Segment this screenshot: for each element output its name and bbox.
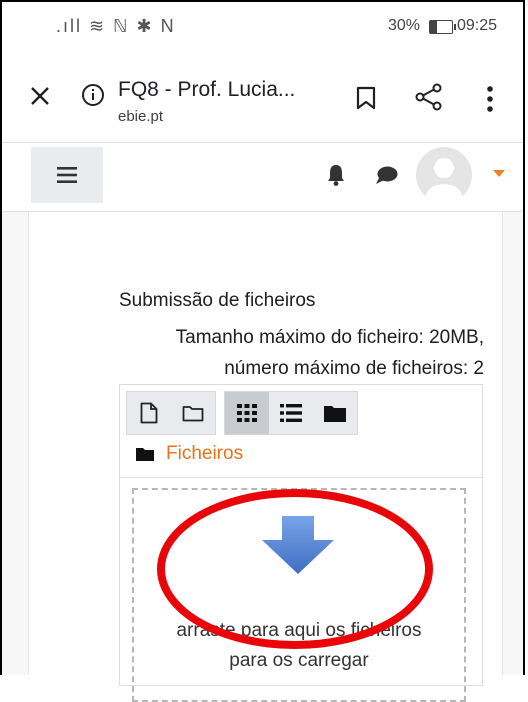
battery-percent: 30%	[388, 17, 421, 34]
page-title[interactable]: FQ8 - Prof. Lucia...	[118, 78, 295, 102]
list-icon	[280, 404, 302, 422]
site-navbar	[2, 143, 523, 212]
folder-outline-icon	[182, 406, 204, 422]
file-area: arraste para aqui os ficheiros para os c…	[120, 477, 482, 702]
max-files-text: número máximo de ficheiros: 2	[224, 358, 484, 379]
page-region: Submissão de ficheiros Tamanho máximo do…	[2, 212, 523, 702]
drop-zone[interactable]: arraste para aqui os ficheiros para os c…	[132, 488, 466, 702]
drop-text-line2: para os carregar	[229, 650, 369, 671]
file-limits: Tamanho máximo do ficheiro: 20MB, número…	[176, 322, 484, 384]
drop-text-line1: arraste para aqui os ficheiros	[176, 620, 422, 641]
drop-instructions: arraste para aqui os ficheiros para os c…	[134, 616, 464, 676]
chevron-down-icon[interactable]	[493, 170, 505, 177]
close-icon[interactable]	[22, 78, 58, 114]
view-mode-group	[224, 391, 358, 435]
hamburger-icon	[57, 167, 77, 183]
bell-icon[interactable]	[324, 161, 348, 189]
signal-icons: .ıll ≋ ℕ ✱ N	[56, 16, 176, 36]
file-actions-group	[126, 391, 216, 435]
more-options-icon[interactable]	[480, 82, 500, 116]
create-folder-button[interactable]	[171, 392, 215, 434]
page-url[interactable]: ebie.pt	[118, 108, 163, 125]
grid-icon	[237, 404, 257, 422]
file-manager: Ficheiros arraste para aqui os ficheiros…	[119, 384, 483, 702]
browser-toolbar: FQ8 - Prof. Lucia... ebie.pt	[2, 50, 523, 143]
max-size-text: Tamanho máximo do ficheiro: 20MB,	[175, 327, 484, 348]
breadcrumb: Ficheiros	[136, 443, 243, 465]
info-icon[interactable]	[80, 82, 106, 108]
view-tree-button[interactable]	[313, 392, 357, 434]
battery-icon	[429, 20, 456, 34]
content-card: Submissão de ficheiros Tamanho máximo do…	[28, 212, 503, 702]
add-file-button[interactable]	[127, 392, 171, 434]
file-manager-toolbar	[126, 391, 358, 435]
download-arrow-icon	[262, 516, 334, 579]
chat-icon[interactable]	[374, 163, 400, 187]
clock: 09:25	[457, 17, 498, 34]
share-icon[interactable]	[412, 80, 446, 114]
bookmark-icon[interactable]	[352, 83, 380, 113]
folder-icon	[136, 448, 154, 461]
view-list-button[interactable]	[269, 392, 313, 434]
status-bar: .ıll ≋ ℕ ✱ N 30% 09:25	[2, 2, 523, 50]
new-file-icon	[140, 402, 158, 424]
avatar[interactable]	[416, 147, 472, 203]
folder-icon	[324, 406, 346, 422]
breadcrumb-folder-link[interactable]: Ficheiros	[166, 443, 243, 465]
view-icons-button[interactable]	[225, 392, 269, 434]
frame-right	[523, 0, 525, 675]
menu-toggle-button[interactable]	[31, 147, 103, 203]
file-submission-label: Submissão de ficheiros	[119, 290, 316, 311]
